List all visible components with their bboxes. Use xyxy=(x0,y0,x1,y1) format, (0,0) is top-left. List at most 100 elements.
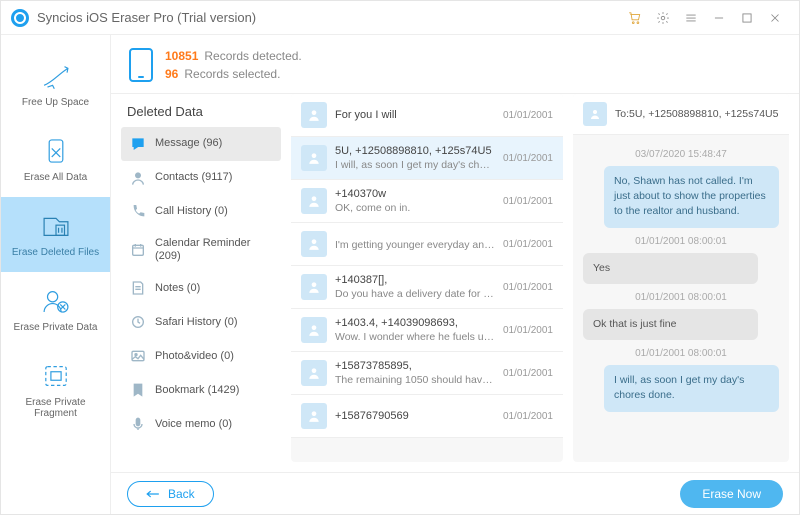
category-label: Safari History (0) xyxy=(155,316,238,329)
erase-private-icon xyxy=(39,286,73,316)
category-icon xyxy=(129,169,147,187)
message-row[interactable]: For you I will01/01/2001 xyxy=(291,94,563,137)
minimize-button[interactable] xyxy=(705,4,733,32)
message-preview: I will, as soon I get my day's chores do… xyxy=(335,159,495,171)
title-bar: Syncios iOS Eraser Pro (Trial version) xyxy=(1,1,799,35)
category-label: Contacts (9117) xyxy=(155,171,232,184)
message-bubble: I will, as soon I get my day's chores do… xyxy=(604,365,779,411)
message-date: 01/01/2001 xyxy=(503,239,553,250)
category-icon xyxy=(129,279,147,297)
avatar-icon xyxy=(583,102,607,126)
message-title: 5U, +12508898810, +125s74U5 xyxy=(335,145,495,157)
messages-column: For you I will01/01/20015U, +12508898810… xyxy=(291,94,563,462)
message-date: 01/01/2001 xyxy=(503,325,553,336)
erase-all-icon xyxy=(39,136,73,166)
conversation-to: To:5U, +12508898810, +125s74U5 xyxy=(615,108,778,120)
message-preview: Do you have a delivery date for the wash… xyxy=(335,288,495,300)
app-title: Syncios iOS Eraser Pro (Trial version) xyxy=(37,10,256,25)
avatar-icon xyxy=(301,188,327,214)
message-preview: I'm getting younger everyday and memory … xyxy=(335,239,495,251)
sidebar-item-label: Erase Private Fragment xyxy=(5,397,106,419)
back-button[interactable]: Back xyxy=(127,481,214,507)
maximize-button[interactable] xyxy=(733,4,761,32)
message-row[interactable]: +15873785895, The remaining 1050 should h… xyxy=(291,352,563,395)
message-row[interactable]: +1403.4, +14039098693,Wow. I wonder wher… xyxy=(291,309,563,352)
erase-now-button[interactable]: Erase Now xyxy=(680,480,783,508)
timestamp: 01/01/2001 08:00:01 xyxy=(583,292,779,303)
sidebar-item-erase-deleted[interactable]: Erase Deleted Files xyxy=(1,197,110,272)
category-item[interactable]: Calendar Reminder (209) xyxy=(121,229,281,271)
stats-header: 10851 Records detected. 96 Records selecte… xyxy=(111,35,799,94)
category-item[interactable]: Bookmark (1429) xyxy=(121,373,281,407)
message-date: 01/01/2001 xyxy=(503,368,553,379)
category-item[interactable]: Photo&video (0) xyxy=(121,339,281,373)
avatar-icon xyxy=(301,145,327,171)
sidebar-item-erase-fragment[interactable]: Erase Private Fragment xyxy=(1,347,110,433)
close-button[interactable] xyxy=(761,4,789,32)
category-label: Photo&video (0) xyxy=(155,350,234,363)
category-item[interactable]: Voice memo (0) xyxy=(121,407,281,441)
avatar-icon xyxy=(301,360,327,386)
message-row[interactable]: +15876790569 01/01/2001 xyxy=(291,395,563,438)
message-title: +15873785895, xyxy=(335,360,495,372)
category-label: Bookmark (1429) xyxy=(155,384,239,397)
message-date: 01/01/2001 xyxy=(503,110,553,121)
message-row[interactable]: 5U, +12508898810, +125s74U5 I will, as so… xyxy=(291,137,563,180)
sidebar-item-label: Erase All Data xyxy=(24,172,87,183)
message-title: +1403.4, +14039098693, xyxy=(335,317,495,329)
category-icon xyxy=(129,203,147,221)
message-bubble: Ok that is just fine xyxy=(583,309,758,340)
message-date: 01/01/2001 xyxy=(503,282,553,293)
message-title: +15876790569 xyxy=(335,410,495,422)
free-up-icon xyxy=(39,61,73,91)
category-item[interactable]: Notes (0) xyxy=(121,271,281,305)
message-bubble: No, Shawn has not called. I'm just about… xyxy=(604,166,779,228)
category-label: Notes (0) xyxy=(155,282,200,295)
message-date: 01/01/2001 xyxy=(503,411,553,422)
category-item[interactable]: Safari History (0) xyxy=(121,305,281,339)
sidebar-item-label: Erase Private Data xyxy=(14,322,98,333)
message-preview: The remaining 1050 should have b4 Friday… xyxy=(335,374,495,386)
avatar-icon xyxy=(301,317,327,343)
message-date: 01/01/2001 xyxy=(503,196,553,207)
category-item[interactable]: Call History (0) xyxy=(121,195,281,229)
category-icon xyxy=(129,241,147,259)
message-row[interactable]: I'm getting younger everyday and memory … xyxy=(291,223,563,266)
category-icon xyxy=(129,135,147,153)
sidebar-item-free-up[interactable]: Free Up Space xyxy=(1,47,110,122)
sidebar-item-erase-private[interactable]: Erase Private Data xyxy=(1,272,110,347)
avatar-icon xyxy=(301,274,327,300)
sidebar-item-erase-all[interactable]: Erase All Data xyxy=(1,122,110,197)
message-row[interactable]: +140370wOK, come on in.01/01/2001 xyxy=(291,180,563,223)
sidebar: Free Up Space Erase All Data Erase Deleted… xyxy=(1,35,111,514)
avatar-icon xyxy=(301,102,327,128)
selected-label: Records selected. xyxy=(184,67,280,81)
category-item[interactable]: Contacts (9117) xyxy=(121,161,281,195)
category-icon xyxy=(129,381,147,399)
message-date: 01/01/2001 xyxy=(503,153,553,164)
gear-icon[interactable] xyxy=(649,4,677,32)
message-bubble: Yes xyxy=(583,253,758,284)
category-icon xyxy=(129,347,147,365)
category-label: Call History (0) xyxy=(155,205,228,218)
category-item[interactable]: Message (96) xyxy=(121,127,281,161)
avatar-icon xyxy=(301,231,327,257)
category-label: Message (96) xyxy=(155,137,222,150)
category-label: Voice memo (0) xyxy=(155,418,232,431)
categories-column: Deleted Data Message (96) Contacts (9117)… xyxy=(121,94,281,462)
erase-fragment-icon xyxy=(39,361,73,391)
footer: Back Erase Now xyxy=(111,472,799,514)
selected-count: 96 xyxy=(165,67,178,81)
cart-icon[interactable] xyxy=(621,4,649,32)
categories-heading: Deleted Data xyxy=(121,94,281,127)
menu-icon[interactable] xyxy=(677,4,705,32)
category-icon xyxy=(129,415,147,433)
category-icon xyxy=(129,313,147,331)
erase-deleted-icon xyxy=(39,211,73,241)
timestamp: 01/01/2001 08:00:01 xyxy=(583,236,779,247)
message-row[interactable]: +140387[],Do you have a delivery date fo… xyxy=(291,266,563,309)
detected-count: 10851 xyxy=(165,49,198,63)
detected-label: Records detected. xyxy=(204,49,301,63)
timestamp: 01/01/2001 08:00:01 xyxy=(583,348,779,359)
conversation-column: To:5U, +12508898810, +125s74U5 03/07/202… xyxy=(573,94,789,462)
